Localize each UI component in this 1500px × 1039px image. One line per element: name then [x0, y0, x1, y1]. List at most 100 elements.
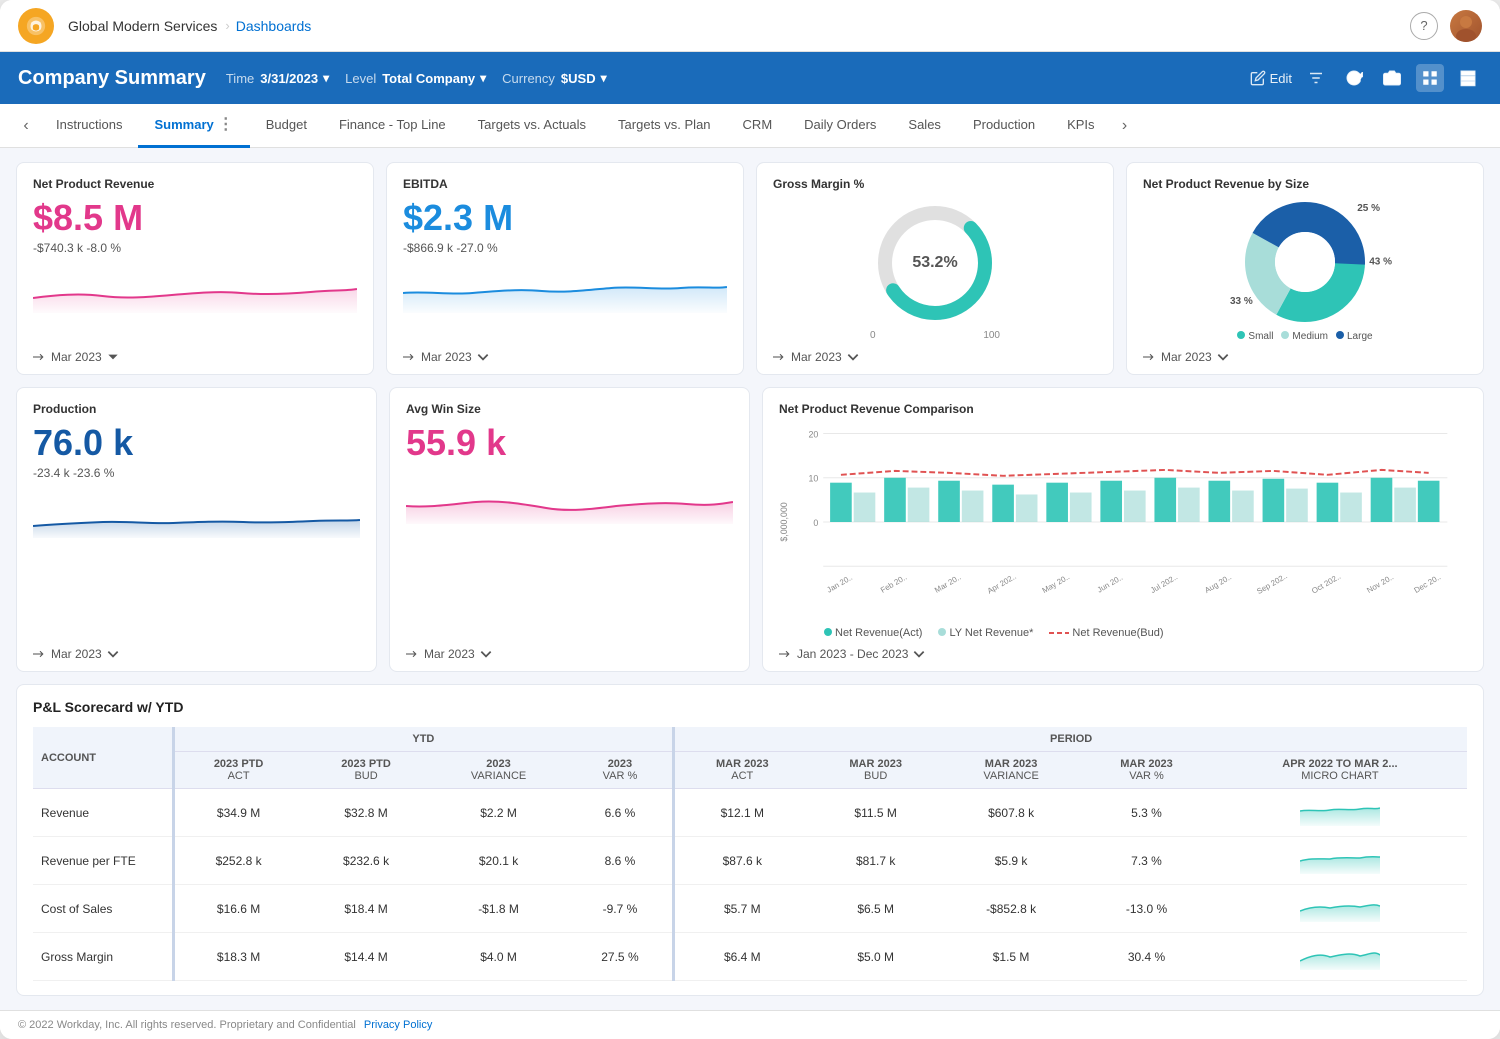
td-ytd-act: $34.9 M: [173, 789, 303, 837]
aws-footer[interactable]: Mar 2023: [406, 647, 733, 661]
nav-dashboards-link[interactable]: Dashboards: [236, 18, 312, 34]
time-label: Time: [226, 71, 254, 86]
level-value[interactable]: Total Company: [382, 71, 486, 86]
tab-crm[interactable]: CRM: [727, 104, 789, 148]
legend-medium: Medium: [1281, 331, 1328, 342]
prod-chart: [33, 488, 360, 639]
page-title: Company Summary: [18, 67, 206, 90]
help-icon[interactable]: ?: [1410, 12, 1438, 40]
avg-win-size-card: Avg Win Size 55.9 k: [389, 387, 750, 672]
td-mar-var: $5.9 k: [942, 837, 1080, 885]
nrc-footer[interactable]: Jan 2023 - Dec 2023: [779, 647, 1467, 661]
tab-finance-top-line[interactable]: Finance - Top Line: [323, 104, 462, 148]
filter-icon[interactable]: [1302, 64, 1330, 92]
mid-cards-row: Production 76.0 k -23.4 k -23.6 %: [16, 387, 1484, 672]
main-content: Net Product Revenue $8.5 M -$740.3 k -8.…: [0, 148, 1500, 1010]
list-icon[interactable]: [1454, 64, 1482, 92]
scorecard-title: P&L Scorecard w/ YTD: [33, 699, 1467, 715]
col-ytd-bud: 2023 PTDBUD: [303, 752, 430, 789]
edit-label: Edit: [1270, 71, 1292, 86]
prod-footer[interactable]: Mar 2023: [33, 647, 360, 661]
tabs-next-button[interactable]: ›: [1111, 112, 1139, 140]
legend-ly-net: LY Net Revenue*: [938, 627, 1033, 639]
td-ytd-var: $2.2 M: [429, 789, 567, 837]
td-ytd-varp: 6.6 %: [568, 789, 674, 837]
tab-production[interactable]: Production: [957, 104, 1051, 148]
npr-delta: -$740.3 k -8.0 %: [33, 241, 357, 255]
edit-button[interactable]: Edit: [1250, 70, 1292, 86]
td-mar-bud: $81.7 k: [809, 837, 942, 885]
tab-budget[interactable]: Budget: [250, 104, 323, 148]
nrc-legend: Net Revenue(Act) LY Net Revenue* Net Rev…: [779, 627, 1467, 639]
camera-icon[interactable]: [1378, 64, 1406, 92]
gm-donut: 53.2% 0 100: [773, 197, 1097, 342]
td-ytd-bud: $32.8 M: [303, 789, 430, 837]
td-mar-var: $607.8 k: [942, 789, 1080, 837]
tabs-prev-button[interactable]: ‹: [12, 112, 40, 140]
ebitda-period: Mar 2023: [421, 350, 472, 364]
td-ytd-act: $16.6 M: [173, 885, 303, 933]
svg-text:Jul 202..: Jul 202..: [1149, 572, 1179, 595]
col-account: ACCOUNT: [33, 727, 173, 789]
td-ytd-var: -$1.8 M: [429, 885, 567, 933]
td-micro: [1213, 885, 1467, 933]
tab-targets-vs-plan[interactable]: Targets vs. Plan: [602, 104, 727, 148]
top-nav: Global Modern Services › Dashboards ?: [0, 0, 1500, 52]
td-mar-varp: 5.3 %: [1080, 789, 1213, 837]
refresh-icon[interactable]: [1340, 64, 1368, 92]
svg-text:Dec 20..: Dec 20..: [1412, 573, 1442, 595]
time-value[interactable]: 3/31/2023: [260, 71, 329, 86]
svg-text:Nov 20..: Nov 20..: [1365, 573, 1395, 595]
svg-text:$,000,000: $,000,000: [779, 502, 789, 541]
gm-footer[interactable]: Mar 2023: [773, 350, 1097, 364]
aws-value: 55.9 k: [406, 422, 733, 464]
footer-bar: © 2022 Workday, Inc. All rights reserved…: [0, 1010, 1500, 1039]
nrbs-footer[interactable]: Mar 2023: [1143, 350, 1467, 364]
td-ytd-varp: -9.7 %: [568, 885, 674, 933]
grid-icon[interactable]: [1416, 64, 1444, 92]
time-filter: Time 3/31/2023: [226, 71, 329, 86]
workday-logo: [18, 8, 54, 44]
tab-targets-vs-actuals[interactable]: Targets vs. Actuals: [462, 104, 602, 148]
user-avatar[interactable]: [1450, 10, 1482, 42]
col-period-group: PERIOD: [674, 727, 1467, 752]
nav-separator: ›: [225, 18, 229, 33]
tab-sales[interactable]: Sales: [892, 104, 957, 148]
level-label: Level: [345, 71, 376, 86]
currency-value[interactable]: $USD: [561, 71, 607, 86]
td-mar-bud: $6.5 M: [809, 885, 942, 933]
ebitda-footer[interactable]: Mar 2023: [403, 350, 727, 364]
npr-title: Net Product Revenue: [33, 177, 357, 191]
svg-text:10: 10: [808, 474, 818, 484]
npr-footer[interactable]: Mar 2023: [33, 350, 357, 364]
nrc-chart: $,000,000 20 10 0: [779, 422, 1467, 639]
footer-copyright: © 2022 Workday, Inc. All rights reserved…: [18, 1019, 356, 1031]
nav-right: ?: [1410, 10, 1482, 42]
col-mar-varp: MAR 2023VAR %: [1080, 752, 1213, 789]
prod-title: Production: [33, 402, 360, 416]
td-account: Gross Margin: [33, 933, 173, 981]
tab-more-icon[interactable]: ⋮: [218, 114, 234, 134]
tab-daily-orders[interactable]: Daily Orders: [788, 104, 892, 148]
tab-kpis[interactable]: KPIs: [1051, 104, 1110, 148]
net-rev-by-size-card: Net Product Revenue by Size 25 % 43 % 33…: [1126, 162, 1484, 375]
nrbs-period: Mar 2023: [1161, 350, 1212, 364]
td-account: Revenue: [33, 789, 173, 837]
nrc-title: Net Product Revenue Comparison: [779, 402, 1467, 416]
aws-period: Mar 2023: [424, 647, 475, 661]
footer-privacy-link[interactable]: Privacy Policy: [364, 1019, 432, 1031]
npr-chart: [33, 263, 357, 342]
tab-instructions[interactable]: Instructions: [40, 104, 138, 148]
header-bar: Company Summary Time 3/31/2023 Level Tot…: [0, 52, 1500, 104]
tab-summary[interactable]: Summary ⋮: [138, 104, 249, 148]
td-mar-bud: $11.5 M: [809, 789, 942, 837]
col-mar-bud: MAR 2023BUD: [809, 752, 942, 789]
td-ytd-var: $20.1 k: [429, 837, 567, 885]
aws-title: Avg Win Size: [406, 402, 733, 416]
col-micro: APR 2022 TO MAR 2...MICRO CHART: [1213, 752, 1467, 789]
nrbs-pie: 25 % 43 % 33 % Small Medium Large: [1143, 197, 1467, 342]
gm-period: Mar 2023: [791, 350, 842, 364]
col-ytd-group: YTD: [173, 727, 674, 752]
npr-period: Mar 2023: [51, 350, 102, 364]
td-ytd-var: $4.0 M: [429, 933, 567, 981]
